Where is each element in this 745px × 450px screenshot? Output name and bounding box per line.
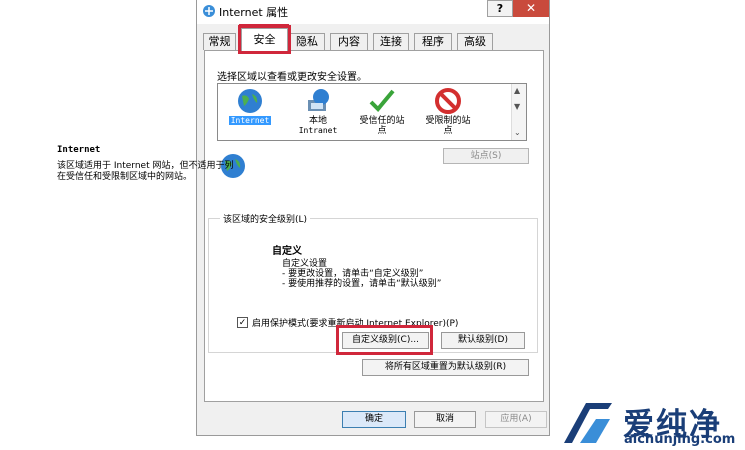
reset-all-zones-button[interactable]: 将所有区域重置为默认级别(R) [362, 359, 529, 376]
zone-info-title: Internet [57, 145, 101, 155]
zone-local-intranet[interactable]: 本地 Intranet [288, 86, 348, 136]
level-line: 自定义设置 [282, 259, 328, 269]
zone-label: Internet [228, 116, 272, 125]
protected-mode-label: 启用保护模式(要求重新启动 Internet Explorer)(P) [252, 319, 459, 329]
zones-scrollbar[interactable]: ▲ ▼ ⌄ [511, 84, 526, 140]
protected-mode-checkbox[interactable]: ✓ [237, 317, 248, 328]
close-button[interactable]: ✕ [513, 0, 549, 17]
tab-advanced[interactable]: 高级 [457, 33, 493, 50]
default-level-button[interactable]: 默认级别(D) [441, 332, 525, 349]
scroll-more-icon: ▼ [514, 102, 521, 111]
level-line: - 要更改设置，请单击“自定义级别” [282, 269, 424, 279]
tab-content[interactable]: 内容 [330, 33, 368, 50]
security-level-title: 该区域的安全级别(L) [220, 212, 311, 225]
window-title: Internet 属性 [219, 6, 289, 19]
level-description: 自定义设置 - 要更改设置，请单击“自定义级别” - 要使用推荐的设置，请单击“… [282, 259, 441, 289]
level-name: 自定义 [272, 246, 302, 257]
protected-mode-option[interactable]: ✓ 启用保护模式(要求重新启动 Internet Explorer)(P) [237, 316, 458, 329]
zones-list: Internet 本地 Intranet 受信任的站 点 受限制的站 点 ▲ ▼… [217, 83, 527, 141]
zone-label: 本地 [308, 116, 327, 126]
title-bar: Internet 属性 ? ✕ [197, 0, 549, 24]
checkmark-icon [369, 89, 395, 112]
watermark-url: aichunjing.com [624, 432, 736, 447]
scroll-down-icon[interactable]: ⌄ [514, 128, 521, 137]
zone-sublabel: 点 [377, 126, 387, 136]
tab-privacy[interactable]: 隐私 [289, 33, 325, 50]
apply-button[interactable]: 应用(A) [485, 411, 547, 428]
scroll-up-icon[interactable]: ▲ [514, 86, 520, 95]
level-line: - 要使用推荐的设置，请单击“默认级别” [282, 279, 442, 289]
tab-security[interactable]: 安全 [238, 25, 291, 54]
globe-icon [238, 89, 262, 113]
zone-info-description: 该区域适用于 Internet 网站，但不适用于列在受信任和受限制区域中的网站。 [57, 161, 234, 182]
zone-restricted-sites[interactable]: 受限制的站 点 [418, 86, 478, 136]
restricted-icon [435, 88, 461, 114]
tab-general[interactable]: 常规 [203, 33, 236, 50]
zone-sublabel: Intranet [298, 126, 338, 135]
zone-heading: 选择区域以查看或更改安全设置。 [217, 72, 367, 83]
zone-internet[interactable]: Internet [220, 86, 280, 126]
tab-programs[interactable]: 程序 [414, 33, 452, 50]
zone-trusted-sites[interactable]: 受信任的站 点 [352, 86, 412, 136]
zone-label: 受限制的站 [425, 116, 471, 126]
ie-icon [203, 5, 215, 17]
ok-button[interactable]: 确定 [342, 411, 406, 428]
tab-connections[interactable]: 连接 [373, 33, 409, 50]
sites-button[interactable]: 站点(S) [443, 148, 529, 164]
zone-label: 受信任的站 [359, 116, 405, 126]
local-intranet-icon [308, 89, 329, 111]
help-button[interactable]: ? [487, 0, 513, 17]
custom-level-button[interactable]: 自定义级别(C)... [342, 332, 429, 349]
cancel-button[interactable]: 取消 [414, 411, 476, 428]
zone-sublabel: 点 [443, 126, 453, 136]
